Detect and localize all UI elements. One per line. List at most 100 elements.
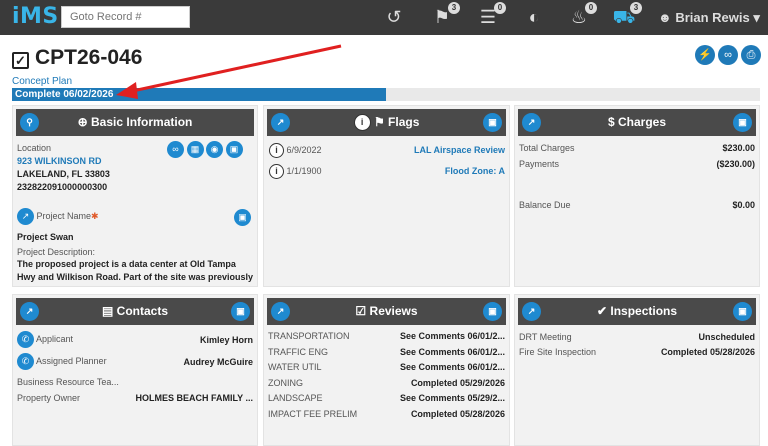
contact-name: Audrey McGuire: [183, 357, 253, 367]
phone-icon[interactable]: ✆: [17, 331, 34, 348]
bell-icon[interactable]: ♨ 0: [567, 2, 597, 28]
required-asterisk: ✱: [91, 210, 99, 221]
bookmarks-icon[interactable]: ⚑ 3: [430, 2, 460, 28]
contact-name: HOLMES BEACH FAMILY ...: [135, 393, 253, 403]
project-description: The proposed project is a data center at…: [17, 259, 253, 282]
inspections-title: Inspections: [610, 304, 678, 318]
expand-icon[interactable]: ↗: [20, 302, 39, 321]
goto-record-input[interactable]: [61, 6, 190, 28]
review-name[interactable]: LANDSCAPE: [268, 393, 323, 403]
inspection-name[interactable]: DRT Meeting: [519, 332, 572, 342]
contact-row[interactable]: ✆ Applicant: [17, 331, 73, 348]
review-name[interactable]: ZONING: [268, 378, 303, 388]
expand-icon[interactable]: ↗: [522, 113, 541, 132]
info-icon: i: [269, 143, 284, 158]
review-name[interactable]: TRANSPORTATION: [268, 331, 350, 341]
parcel-number: 232822091000000300: [17, 182, 108, 192]
inspection-name[interactable]: Fire Site Inspection: [519, 347, 596, 357]
review-status: Completed 05/28/2026: [410, 408, 505, 419]
project-name-label: Project Name: [36, 210, 92, 221]
basic-information-title: Basic Information: [91, 115, 193, 129]
review-name[interactable]: TRAFFIC ENG: [268, 347, 328, 357]
link-icon[interactable]: ∞: [167, 141, 184, 158]
flag-label[interactable]: Flood Zone: A: [445, 166, 505, 176]
inspection-status: Completed 05/28/2026: [660, 347, 755, 357]
lock-icon[interactable]: ▣: [234, 209, 251, 226]
top-navbar: iMS ↺ ⚑3 ☰0 ◐ ♨0 ⛟3 ☻ Brian Rewis ▾: [0, 0, 768, 35]
total-charges-value: $230.00: [722, 143, 755, 153]
flag-label[interactable]: LAL Airspace Review: [414, 145, 505, 155]
flags-header: ↗ i ⚑ Flags ▣: [267, 109, 506, 136]
dashboard-icon[interactable]: ◐: [522, 6, 546, 28]
contact-row[interactable]: ✆ Assigned Planner: [17, 353, 107, 370]
notifications-badge: 0: [585, 2, 597, 14]
lock-icon[interactable]: ▣: [225, 141, 243, 158]
lock-icon[interactable]: ▣: [733, 302, 752, 321]
lightning-icon[interactable]: ⚡: [695, 45, 715, 65]
search-icon[interactable]: ⚲: [20, 113, 39, 132]
review-name[interactable]: WATER UTIL: [268, 362, 322, 372]
lock-icon[interactable]: ▣: [231, 302, 250, 321]
link-icon[interactable]: ∞: [718, 45, 738, 65]
city-state-zip: LAKELAND, FL 33803: [17, 169, 110, 179]
review-status: See Comments 06/01/2...: [399, 346, 505, 357]
print-icon[interactable]: ⎙: [741, 45, 761, 65]
flags-panel: ↗ i ⚑ Flags ▣ i 6/9/2022 LAL Airspace Re…: [263, 105, 510, 287]
ims-logo[interactable]: iMS: [12, 4, 59, 29]
review-status: See Comments 06/01/2...: [399, 331, 505, 341]
contacts-title: Contacts: [116, 304, 169, 318]
lock-icon[interactable]: ▣: [733, 113, 752, 132]
record-number: CPT26-046: [35, 46, 143, 69]
user-menu[interactable]: ☻ Brian Rewis ▾: [658, 10, 760, 26]
basic-information-header: ⚲ ⊕ Basic Information: [16, 109, 254, 136]
contacts-header: ↗ ▤ Contacts ▣: [16, 298, 254, 325]
lock-icon[interactable]: ▣: [483, 113, 502, 132]
tasks-badge: 0: [494, 2, 506, 14]
basic-information-panel: ⚲ ⊕ Basic Information Location 923 WILKI…: [12, 105, 258, 287]
balance-due-label: Balance Due: [519, 200, 571, 210]
lock-icon[interactable]: ▣: [483, 302, 502, 321]
info-icon: i: [269, 164, 284, 179]
project-name: Project Swan: [17, 232, 74, 242]
contact-name: Kimley Horn: [199, 335, 253, 345]
address-link[interactable]: 923 WILKINSON RD: [17, 156, 102, 166]
balance-due-value: $0.00: [732, 200, 755, 210]
payments-label: Payments: [519, 159, 560, 169]
target-icon: ⊕: [77, 115, 88, 129]
reviews-title: Reviews: [369, 304, 418, 318]
page-title: ✓ CPT26-046: [12, 46, 142, 70]
inspections-panel: ↗ ✔ Inspections ▣ DRT Meeting Unschedule…: [514, 294, 760, 446]
review-name[interactable]: IMPACT FEE PRELIM: [268, 409, 357, 419]
phone-icon[interactable]: ✆: [17, 353, 34, 370]
bookmarks-badge: 3: [448, 2, 460, 14]
map-marker-icon[interactable]: ◉: [206, 141, 224, 158]
cart-badge: 3: [630, 2, 642, 14]
review-status: Completed 05/29/2026: [410, 377, 505, 388]
contacts-panel: ↗ ▤ Contacts ▣ ✆ Applicant Kimley Horn ✆…: [12, 294, 258, 446]
cart-icon[interactable]: ⛟ 3: [612, 2, 642, 28]
contact-role: Applicant: [36, 333, 74, 344]
expand-icon[interactable]: ↗: [271, 302, 290, 321]
map-icon[interactable]: ▦: [186, 141, 204, 158]
caret-down-icon: ▾: [753, 10, 760, 25]
flag-row[interactable]: i 1/1/1900: [269, 164, 322, 179]
expand-icon[interactable]: ↗: [522, 302, 541, 321]
tasks-icon[interactable]: ☰ 0: [476, 2, 506, 28]
expand-icon[interactable]: ↗: [271, 113, 290, 132]
payments-value: ($230.00): [716, 159, 755, 169]
inspection-status: Unscheduled: [698, 332, 755, 342]
user-name: Brian Rewis: [675, 10, 750, 25]
flag-row[interactable]: i 6/9/2022: [269, 143, 322, 158]
flag-icon: ⚑: [373, 115, 385, 129]
user-icon: ☻: [658, 10, 672, 25]
review-status: See Comments 06/01/2...: [399, 362, 505, 372]
flags-title: Flags: [388, 115, 420, 129]
review-status: See Comments 05/29/2...: [399, 393, 505, 403]
project-description-label: Project Description:: [17, 247, 96, 257]
expand-icon[interactable]: ↗: [17, 208, 34, 225]
charges-header: ↗ $ Charges ▣: [518, 109, 756, 136]
checkbox-icon: ☑: [355, 304, 367, 318]
history-icon[interactable]: ↺: [382, 6, 406, 28]
total-charges-label: Total Charges: [519, 143, 575, 153]
checkbox-icon: ✓: [12, 52, 29, 69]
